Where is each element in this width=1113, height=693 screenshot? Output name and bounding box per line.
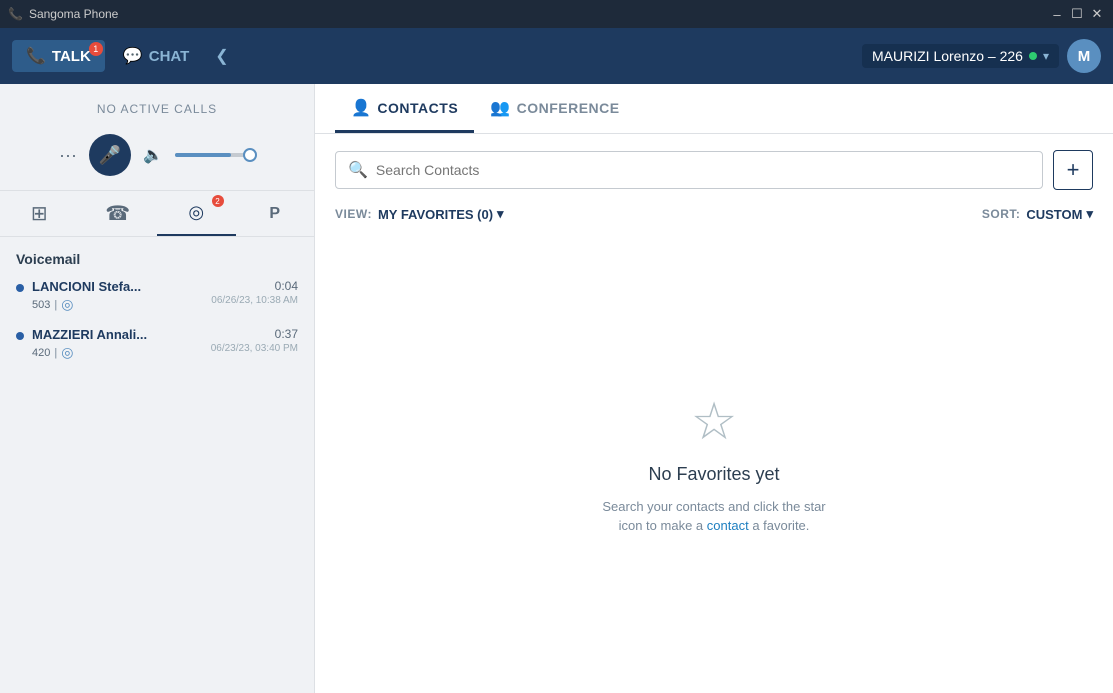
caller-name: MAZZIERI Annali... <box>32 327 203 342</box>
chat-icon: 💬 <box>123 46 143 66</box>
search-input-wrap: 🔍 <box>335 151 1043 189</box>
microphone-button[interactable]: 🎤 <box>89 134 131 176</box>
talk-label: TALK <box>52 48 91 65</box>
sort-chevron-icon: ▾ <box>1086 206 1093 222</box>
calls-button[interactable]: ☎ <box>79 191 158 236</box>
phone-icon: 📞 <box>26 46 46 66</box>
dialpad-icon: ⊞ <box>31 201 48 226</box>
toolbar-right: SORT: CUSTOM ▾ <box>982 206 1093 222</box>
window-controls: – ☐ ✕ <box>1049 6 1105 22</box>
talk-badge: 1 <box>89 42 103 56</box>
maximize-button[interactable]: ☐ <box>1069 6 1085 22</box>
user-info[interactable]: MAURIZI Lorenzo – 226 ▾ <box>862 44 1059 68</box>
contacts-tab-icon: 👤 <box>351 98 371 118</box>
view-label: VIEW: <box>335 207 372 221</box>
header-user: MAURIZI Lorenzo – 226 ▾ M <box>862 39 1101 73</box>
empty-title: No Favorites yet <box>648 464 779 485</box>
view-select[interactable]: MY FAVORITES (0) ▾ <box>378 206 504 222</box>
contacts-tabs: 👤 CONTACTS 👥 CONFERENCE <box>315 84 1113 134</box>
voicemail-info: LANCIONI Stefa... 503 | ◎ <box>32 279 203 313</box>
voicemail-title: Voicemail <box>16 251 298 267</box>
header: 📞 TALK 1 💬 CHAT ❮ MAURIZI Lorenzo – 226 … <box>0 28 1113 84</box>
add-contact-button[interactable]: + <box>1053 150 1093 190</box>
voicemail-play-icon: ◎ <box>61 344 73 361</box>
avatar[interactable]: M <box>1067 39 1101 73</box>
call-date: 06/26/23, 10:38 AM <box>211 295 298 306</box>
more-options-button[interactable]: ··· <box>59 145 77 166</box>
toolbar-left: VIEW: MY FAVORITES (0) ▾ <box>335 206 504 222</box>
voicemail-button[interactable]: ◎ 2 <box>157 191 236 236</box>
sort-label: SORT: <box>982 207 1021 221</box>
voicemail-item[interactable]: MAZZIERI Annali... 420 | ◎ 0:37 06/23/23… <box>16 327 298 361</box>
right-panel: 👤 CONTACTS 👥 CONFERENCE 🔍 + VIEW: MY FAV… <box>315 84 1113 693</box>
call-duration: 0:37 <box>211 327 298 341</box>
titlebar: 📞 Sangoma Phone – ☐ ✕ <box>0 0 1113 28</box>
caller-sub: 420 | ◎ <box>32 344 203 361</box>
unread-dot <box>16 332 24 340</box>
sidebar: NO ACTIVE CALLS ··· 🎤 🔈 ⊞ ☎ ◎ 2 <box>0 84 315 693</box>
caller-sub: 503 | ◎ <box>32 296 203 313</box>
app-icon: 📞 <box>8 7 23 21</box>
voicemail-badge: 2 <box>212 195 224 207</box>
voicemail-item[interactable]: LANCIONI Stefa... 503 | ◎ 0:04 06/26/23,… <box>16 279 298 313</box>
tab-conference[interactable]: 👥 CONFERENCE <box>474 84 635 133</box>
view-value: MY FAVORITES (0) <box>378 207 493 222</box>
status-dot <box>1029 52 1037 60</box>
voicemail-icon: ◎ <box>188 202 204 223</box>
conference-tab-icon: 👥 <box>490 98 510 118</box>
view-chevron-icon: ▾ <box>497 206 504 222</box>
dialpad-button[interactable]: ⊞ <box>0 191 79 236</box>
voicemail-meta: 0:04 06/26/23, 10:38 AM <box>211 279 298 306</box>
chat-label: CHAT <box>149 48 190 65</box>
parking-button[interactable]: P <box>236 191 315 236</box>
voicemail-section: Voicemail LANCIONI Stefa... 503 | ◎ 0:04… <box>0 237 314 383</box>
calls-icon: ☎ <box>105 201 130 226</box>
star-icon: ☆ <box>691 392 738 452</box>
no-active-calls-label: NO ACTIVE CALLS <box>0 84 314 128</box>
caller-ext: 420 <box>32 347 50 359</box>
app-name: Sangoma Phone <box>29 7 118 21</box>
tab-talk[interactable]: 📞 TALK 1 <box>12 40 105 72</box>
call-controls: ··· 🎤 🔈 <box>0 128 314 190</box>
tab-contacts[interactable]: 👤 CONTACTS <box>335 84 474 133</box>
search-input[interactable] <box>376 162 1030 178</box>
voicemail-info: MAZZIERI Annali... 420 | ◎ <box>32 327 203 361</box>
minimize-button[interactable]: – <box>1049 6 1065 22</box>
tab-chat[interactable]: 💬 CHAT <box>109 40 203 72</box>
unread-dot <box>16 284 24 292</box>
call-date: 06/23/23, 03:40 PM <box>211 343 298 354</box>
nav-icons: ⊞ ☎ ◎ 2 P <box>0 190 314 237</box>
collapse-button[interactable]: ❮ <box>207 42 236 70</box>
volume-icon: 🔈 <box>143 145 163 165</box>
empty-description: Search your contacts and click the star … <box>602 497 825 536</box>
chevron-down-icon: ▾ <box>1043 49 1049 63</box>
sort-select[interactable]: CUSTOM ▾ <box>1026 206 1093 222</box>
header-tabs: 📞 TALK 1 💬 CHAT ❮ <box>12 40 237 72</box>
voicemail-meta: 0:37 06/23/23, 03:40 PM <box>211 327 298 354</box>
caller-ext: 503 <box>32 299 50 311</box>
separator: | <box>54 347 57 359</box>
volume-slider[interactable] <box>175 153 255 157</box>
conference-tab-label: CONFERENCE <box>517 100 620 116</box>
main-layout: NO ACTIVE CALLS ··· 🎤 🔈 ⊞ ☎ ◎ 2 <box>0 84 1113 693</box>
search-bar: 🔍 + <box>315 134 1113 202</box>
contacts-tab-label: CONTACTS <box>377 100 458 116</box>
user-name: MAURIZI Lorenzo – 226 <box>872 48 1023 64</box>
separator: | <box>54 299 57 311</box>
parking-icon: P <box>269 205 280 223</box>
empty-state: ☆ No Favorites yet Search your contacts … <box>315 234 1113 693</box>
mic-icon: 🎤 <box>99 145 121 166</box>
volume-knob <box>243 148 257 162</box>
contacts-toolbar: VIEW: MY FAVORITES (0) ▾ SORT: CUSTOM ▾ <box>315 202 1113 234</box>
voicemail-play-icon: ◎ <box>61 296 73 313</box>
titlebar-app-info: 📞 Sangoma Phone <box>8 7 118 21</box>
caller-name: LANCIONI Stefa... <box>32 279 203 294</box>
sort-value: CUSTOM <box>1026 207 1082 222</box>
volume-fill <box>175 153 231 157</box>
contact-link[interactable]: contact <box>707 518 749 533</box>
search-icon: 🔍 <box>348 160 368 180</box>
close-button[interactable]: ✕ <box>1089 6 1105 22</box>
call-duration: 0:04 <box>211 279 298 293</box>
